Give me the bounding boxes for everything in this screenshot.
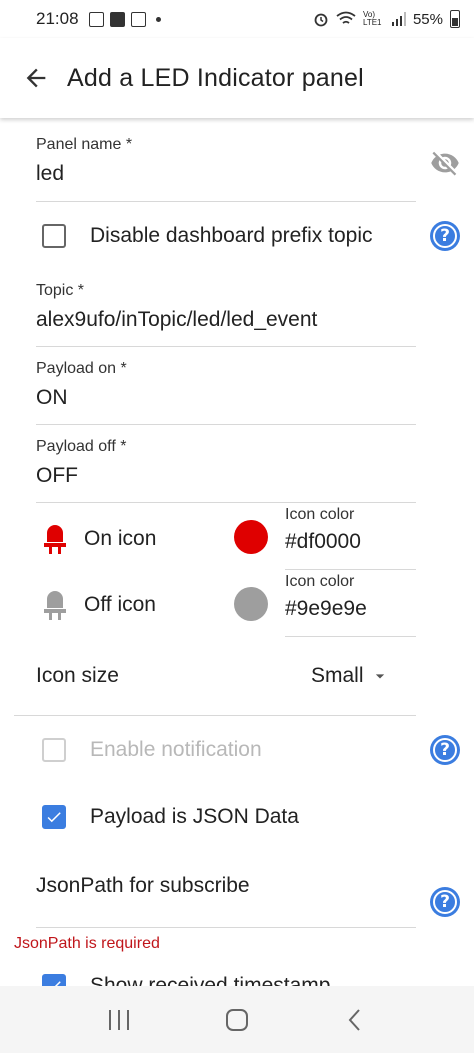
topic-value[interactable]: alex9ufo/inTopic/led/led_event bbox=[36, 308, 416, 332]
form-content: Panel name * led Disable dashboard prefi… bbox=[0, 118, 474, 986]
icon-size-value: Small bbox=[311, 664, 364, 687]
more-notifications-icon bbox=[155, 16, 161, 22]
disable-prefix-label: Disable dashboard prefix topic bbox=[90, 224, 373, 247]
app-bar: Add a LED Indicator panel bbox=[0, 38, 474, 118]
jsonpath-label: JsonPath for subscribe bbox=[36, 874, 250, 897]
panel-name-label: Panel name * bbox=[36, 136, 133, 153]
icon-size-divider bbox=[14, 715, 416, 716]
enable-notification-label: Enable notification bbox=[90, 738, 262, 761]
jsonpath-error-text: JsonPath is required bbox=[14, 935, 160, 952]
payload-on-label: Payload on * bbox=[36, 360, 127, 377]
off-icon-color-swatch[interactable] bbox=[234, 587, 268, 621]
enable-notification-row[interactable]: Enable notification bbox=[42, 738, 262, 762]
topic-label: Topic * bbox=[36, 282, 85, 299]
disable-prefix-checkbox[interactable] bbox=[42, 224, 66, 248]
alarm-icon bbox=[314, 13, 328, 27]
payload-json-label: Payload is JSON Data bbox=[90, 805, 299, 828]
chevron-left-icon bbox=[348, 1008, 360, 1031]
network-label: Vo) LTE1 bbox=[362, 10, 382, 27]
chevron-down-icon bbox=[375, 674, 384, 679]
off-icon-selector[interactable]: Off icon bbox=[42, 588, 156, 622]
jsonpath-field[interactable]: JsonPath for subscribe bbox=[36, 874, 416, 928]
system-nav-bar bbox=[0, 986, 474, 1053]
home-button[interactable] bbox=[217, 1000, 257, 1040]
recents-button[interactable] bbox=[99, 1000, 139, 1040]
payload-json-checkbox[interactable] bbox=[42, 805, 66, 829]
battery-icon bbox=[450, 10, 460, 28]
show-timestamp-label: Show received timestamp bbox=[90, 974, 331, 986]
on-icon-color-value[interactable]: #df0000 bbox=[285, 530, 416, 554]
panel-name-value[interactable]: led bbox=[36, 162, 416, 186]
on-icon-color-label: Icon color bbox=[285, 506, 355, 523]
home-notification-icon bbox=[130, 11, 146, 27]
payload-json-row[interactable]: Payload is JSON Data bbox=[42, 805, 299, 829]
arrow-left-icon bbox=[26, 68, 46, 88]
led-on-icon bbox=[44, 525, 66, 554]
app-notification-icon bbox=[109, 11, 125, 27]
show-timestamp-checkbox[interactable] bbox=[42, 974, 66, 986]
check-icon bbox=[47, 812, 61, 823]
icon-size-label: Icon size bbox=[36, 664, 119, 687]
on-icon-color-field[interactable]: Icon color #df0000 bbox=[285, 506, 416, 570]
disable-prefix-row[interactable]: Disable dashboard prefix topic bbox=[42, 224, 373, 248]
payload-off-value[interactable]: OFF bbox=[36, 464, 416, 488]
payload-on-value[interactable]: ON bbox=[36, 386, 416, 410]
status-time: 21:08 bbox=[36, 9, 79, 28]
home-icon bbox=[226, 1008, 248, 1031]
icon-size-dropdown[interactable]: Small bbox=[311, 664, 390, 688]
recents-icon bbox=[109, 1009, 129, 1030]
on-icon-label: On icon bbox=[84, 527, 157, 550]
wifi-icon bbox=[336, 11, 356, 24]
back-button[interactable] bbox=[18, 60, 54, 96]
visibility-off-icon[interactable] bbox=[428, 148, 462, 178]
status-bar: 21:08 Vo) LTE1 55% bbox=[0, 0, 474, 38]
off-icon-color-field[interactable]: Icon color #9e9e9e bbox=[285, 573, 416, 637]
payload-on-field[interactable]: Payload on * ON bbox=[36, 360, 416, 425]
on-icon-color-swatch[interactable] bbox=[234, 520, 268, 554]
topic-field[interactable]: Topic * alex9ufo/inTopic/led/led_event bbox=[36, 282, 416, 347]
off-icon-color-label: Icon color bbox=[285, 573, 355, 590]
page-title: Add a LED Indicator panel bbox=[67, 63, 364, 92]
enable-notification-checkbox[interactable] bbox=[42, 738, 66, 762]
off-icon-color-value[interactable]: #9e9e9e bbox=[285, 597, 416, 621]
battery-percent: 55% bbox=[412, 10, 443, 28]
payload-off-field[interactable]: Payload off * OFF bbox=[36, 438, 416, 503]
off-icon-label: Off icon bbox=[84, 593, 156, 616]
enable-notification-help-icon[interactable]: ? bbox=[430, 735, 460, 765]
signal-icon bbox=[391, 12, 406, 26]
back-nav-button[interactable] bbox=[335, 1000, 375, 1040]
check-icon bbox=[48, 981, 61, 986]
show-timestamp-row[interactable]: Show received timestamp bbox=[42, 974, 330, 986]
jsonpath-help-icon[interactable]: ? bbox=[430, 887, 460, 917]
panel-name-field[interactable]: Panel name * led bbox=[36, 136, 416, 202]
payload-off-label: Payload off * bbox=[36, 438, 127, 455]
gallery-notification-icon bbox=[88, 11, 104, 27]
disable-prefix-help-icon[interactable]: ? bbox=[430, 221, 460, 251]
on-icon-selector[interactable]: On icon bbox=[42, 522, 156, 556]
led-off-icon bbox=[44, 591, 66, 620]
